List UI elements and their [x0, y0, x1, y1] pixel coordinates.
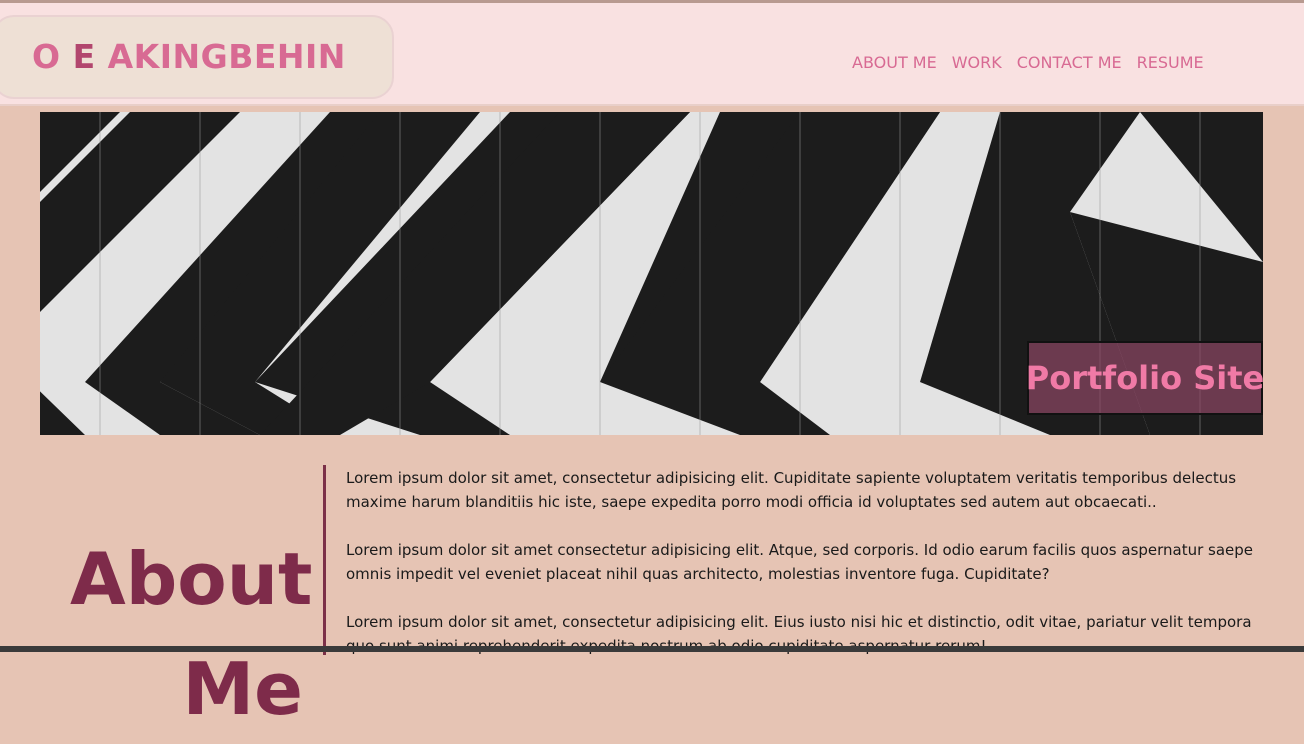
site-header: O E AKINGBEHIN ABOUT ME WORK CONTACT ME … — [0, 3, 1304, 106]
window-bottom-edge — [0, 646, 1304, 652]
nav-link-work[interactable]: WORK — [952, 53, 1002, 72]
about-heading: About Me — [70, 537, 313, 732]
about-paragraph: Lorem ipsum dolor sit amet, consectetur … — [346, 469, 1237, 511]
hero-caption-text: Portfolio Site — [1025, 359, 1263, 397]
nav-link-resume[interactable]: RESUME — [1137, 53, 1204, 72]
hero-caption-box: Portfolio Site — [1025, 341, 1263, 415]
site-logo-text[interactable]: O E AKINGBEHIN — [32, 37, 346, 76]
about-divider — [323, 465, 326, 655]
about-paragraph: Lorem ipsum dolor sit amet consectetur a… — [346, 541, 1254, 583]
brand-initial-o: O — [32, 37, 61, 76]
nav-link-contact-me[interactable]: CONTACT ME — [1017, 53, 1122, 72]
brand-initial-e: E — [72, 37, 96, 76]
nav-link-about-me[interactable]: ABOUT ME — [852, 53, 937, 72]
brand-box[interactable]: O E AKINGBEHIN — [0, 15, 394, 99]
brand-surname: AKINGBEHIN — [107, 37, 346, 76]
main-nav: ABOUT ME WORK CONTACT ME RESUME — [852, 53, 1204, 72]
hero-banner: Portfolio Site — [40, 112, 1263, 435]
